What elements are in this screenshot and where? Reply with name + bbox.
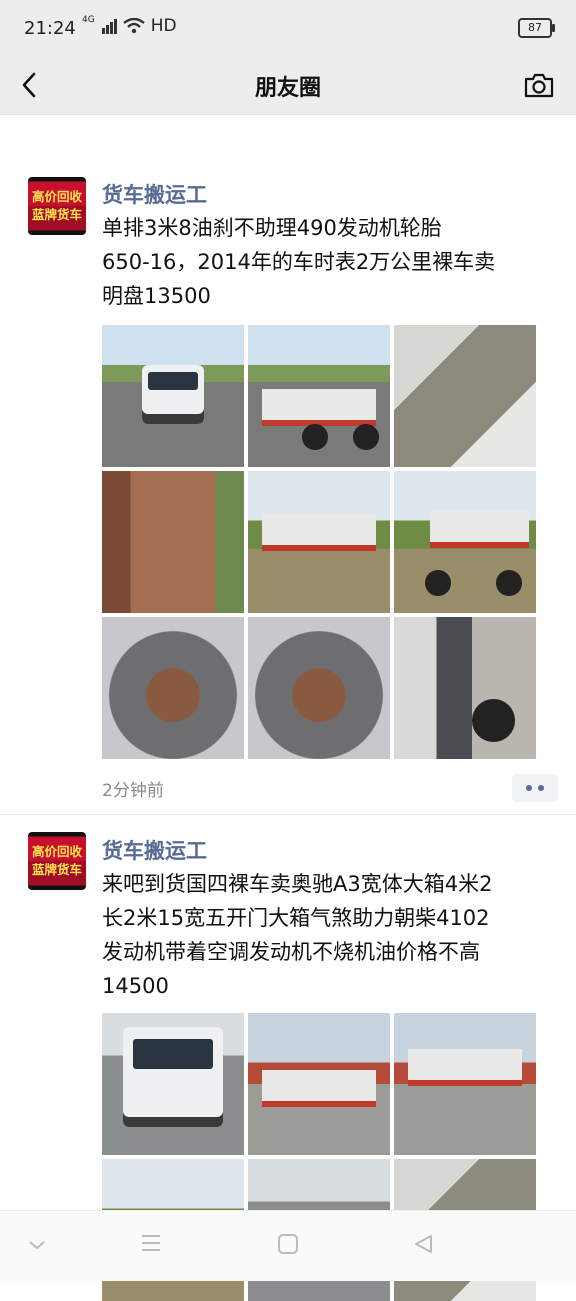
status-time: 21:24 [24,18,76,39]
photo-thumbnail[interactable] [248,1013,390,1155]
photo-thumbnail[interactable] [394,325,536,467]
avatar-line: 蓝牌货车 [31,862,82,877]
post-text-line: 明盘13500 [102,284,211,308]
photo-thumbnail[interactable] [102,1013,244,1155]
post-text: 来吧到货国四裸车卖奥驰A3宽体大箱4米2 长2米15宽五开门大箱气煞助力朝柴41… [102,867,562,1003]
home-square-icon[interactable] [277,1233,299,1255]
post-divider [0,814,576,815]
avatar-line: 高价回收 [31,189,82,204]
back-triangle-icon[interactable] [412,1233,434,1255]
camera-button[interactable] [522,68,556,102]
chevron-down-icon[interactable] [28,1239,46,1251]
wifi-icon [122,18,145,34]
photo-thumbnail[interactable] [394,471,536,613]
dot-icon [538,785,544,791]
battery-icon: 87 [518,18,555,38]
post-text-line: 来吧到货国四裸车卖奥驰A3宽体大箱4米2 [102,872,493,896]
camera-icon [524,73,554,98]
system-nav-bar [0,1210,576,1281]
post-text-line: 长2米15宽五开门大箱气煞助力朝柴4102 [102,906,490,930]
photo-thumbnail[interactable] [102,325,244,467]
nav-bar: 朋友圈 [0,58,576,115]
post-text-line: 650-16，2014年的车时表2万公里裸车卖 [102,250,496,274]
post-text-line: 14500 [102,974,169,998]
photo-grid [102,325,536,759]
network-label: 4G [82,15,95,25]
avatar-line: 蓝牌货车 [31,207,82,222]
avatar-line: 高价回收 [31,844,82,859]
author-name[interactable]: 货车搬运工 [102,179,207,209]
post-text: 单排3米8油刹不助理490发动机轮胎 650-16，2014年的车时表2万公里裸… [102,211,562,313]
status-bar: 21:24 4G HD 87 [0,0,576,58]
more-actions-button[interactable] [512,774,558,802]
avatar[interactable]: 高价回收 蓝牌货车 [28,177,86,235]
post-text-line: 发动机带着空调发动机不烧机油价格不高 [102,940,480,964]
battery-level: 87 [528,21,542,34]
post-text-line: 单排3米8油刹不助理490发动机轮胎 [102,216,442,240]
photo-thumbnail[interactable] [102,617,244,759]
menu-icon[interactable] [140,1233,162,1253]
photo-thumbnail[interactable] [248,325,390,467]
hd-label: HD [150,16,177,36]
signal-icon [101,19,117,34]
page-title: 朋友圈 [254,76,321,101]
post-timestamp: 2分钟前 [102,781,164,801]
photo-thumbnail[interactable] [102,471,244,613]
photo-thumbnail[interactable] [394,617,536,759]
avatar[interactable]: 高价回收 蓝牌货车 [28,832,86,890]
author-name[interactable]: 货车搬运工 [102,835,207,865]
status-icons: 4G HD [82,15,177,36]
photo-thumbnail[interactable] [248,617,390,759]
photo-thumbnail[interactable] [248,471,390,613]
dot-icon [526,785,532,791]
photo-thumbnail[interactable] [394,1013,536,1155]
